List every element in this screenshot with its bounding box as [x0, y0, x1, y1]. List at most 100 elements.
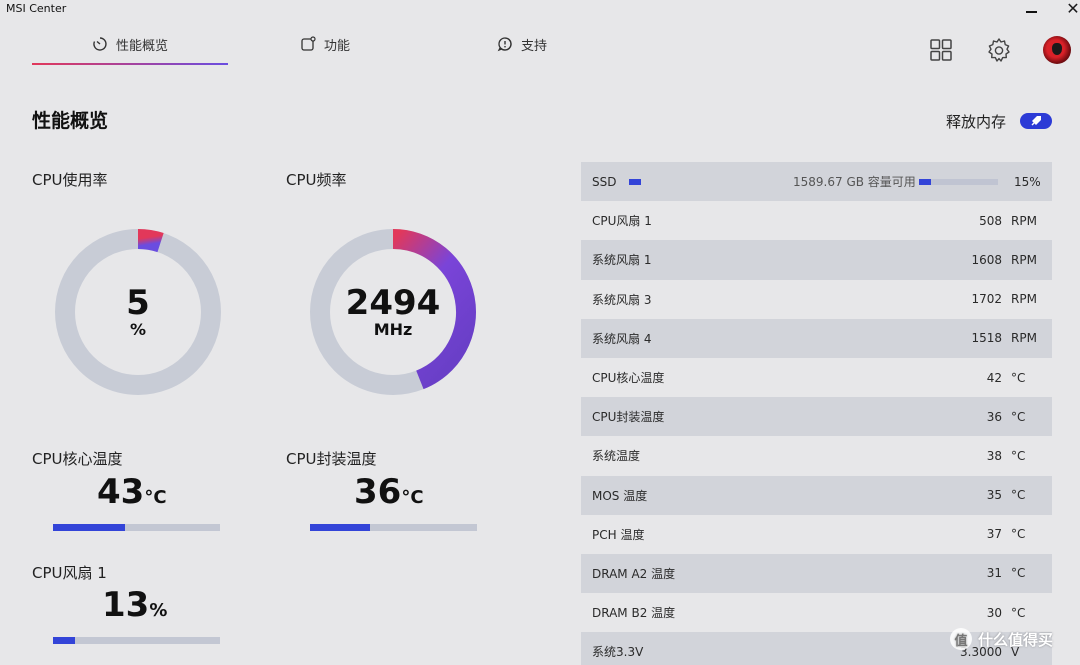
stat-unit: °C	[401, 487, 424, 508]
sensor-row: 系统风扇 1 1608 RPM	[581, 240, 1052, 280]
sensor-row: CPU封装温度 36 °C	[581, 397, 1052, 437]
free-memory-button[interactable]	[1020, 113, 1052, 129]
rocket-icon	[1031, 116, 1041, 126]
cpu-freq-value: 2494	[345, 283, 441, 323]
sensor-name: CPU风扇 1	[592, 214, 652, 229]
stat-number: 13	[102, 585, 150, 625]
sensor-value: 1518	[971, 331, 1002, 346]
sensor-unit: RPM	[1011, 213, 1037, 228]
ssd-capacity: 1589.67 GB 容量可用	[793, 175, 916, 190]
watermark: 值 什么值得买	[950, 628, 1053, 650]
sensor-unit: °C	[1011, 605, 1026, 620]
sensor-row: 系统风扇 3 1702 RPM	[581, 280, 1052, 319]
sensor-unit: RPM	[1011, 252, 1037, 267]
sensor-unit: RPM	[1011, 292, 1037, 307]
bar-fill	[53, 637, 75, 644]
feature-icon	[301, 36, 316, 51]
sensor-name: CPU核心温度	[592, 371, 665, 386]
sensor-value: 38	[986, 448, 1002, 463]
title-bar: MSI Center ✕	[0, 0, 1080, 18]
ssd-label: SSD	[592, 174, 617, 189]
cpu-package-temp-value: 36°C	[354, 474, 424, 516]
sensor-value: 37	[986, 527, 1002, 542]
bar-fill	[53, 524, 125, 531]
stat-unit: °C	[144, 487, 167, 508]
ssd-row: SSD 1589.67 GB 容量可用 15%	[581, 162, 1052, 202]
tab-performance[interactable]: 性能概览	[92, 29, 168, 59]
user-avatar[interactable]	[1043, 36, 1071, 64]
sensor-row: 系统温度 38 °C	[581, 436, 1052, 475]
tab-label: 性能概览	[116, 38, 169, 54]
cpu-usage-title: CPU使用率	[32, 171, 108, 189]
sensor-name: MOS 温度	[592, 488, 648, 503]
sensor-name: DRAM B2 温度	[592, 606, 676, 621]
cpu-package-temp-title: CPU封装温度	[286, 450, 377, 468]
ssd-usage-bar	[919, 179, 998, 185]
sensor-row: DRAM A2 温度 31 °C	[581, 553, 1052, 594]
cpu-core-temp-title: CPU核心温度	[32, 450, 123, 468]
sensor-value: 1608	[971, 252, 1002, 267]
sensor-value: 30	[986, 605, 1002, 620]
grid-icon	[930, 39, 952, 61]
sensor-unit: °C	[1011, 448, 1026, 463]
sensor-value: 1702	[971, 292, 1002, 307]
cpu-fan1-bar	[53, 637, 220, 644]
sensor-name: 系统风扇 4	[592, 331, 652, 346]
sensor-value: 31	[986, 566, 1002, 581]
gauge-icon	[93, 37, 107, 51]
cpu-package-temp-bar	[310, 524, 477, 531]
sensor-row: CPU核心温度 42 °C	[581, 358, 1052, 397]
cpu-usage-value: 5	[126, 283, 150, 323]
cpu-freq-unit: MHz	[373, 320, 413, 339]
sensor-unit: °C	[1011, 527, 1026, 542]
minimize-icon	[1025, 11, 1037, 13]
app-title: MSI Center	[6, 2, 67, 15]
active-tab-indicator	[32, 63, 228, 65]
cpu-fan1-value: 13%	[102, 587, 167, 629]
apps-button[interactable]	[927, 36, 955, 64]
stat-number: 36	[354, 472, 402, 512]
bar-fill	[310, 524, 371, 531]
sensor-row: CPU风扇 1 508 RPM	[581, 201, 1052, 240]
sensor-row: MOS 温度 35 °C	[581, 475, 1052, 515]
close-button[interactable]: ✕	[1058, 0, 1080, 18]
minimize-button[interactable]	[1016, 0, 1046, 18]
sensor-name: 系统风扇 1	[592, 253, 652, 268]
cpu-freq-gauge: 2494 MHz	[308, 227, 478, 397]
sensor-value: 36	[986, 409, 1002, 424]
watermark-logo: 值	[950, 628, 972, 650]
ssd-percent: 15%	[1014, 174, 1041, 189]
tab-features[interactable]: 功能	[300, 29, 350, 59]
sensor-unit: °C	[1011, 566, 1026, 581]
cpu-usage-unit: %	[129, 320, 147, 339]
sensor-table: SSD 1589.67 GB 容量可用 15% CPU风扇 1 508 RPM 系统风…	[581, 162, 1052, 665]
cpu-core-temp-bar	[53, 524, 220, 531]
sensor-value: 508	[979, 213, 1002, 228]
stat-number: 43	[97, 472, 145, 512]
close-icon: ✕	[1066, 0, 1080, 18]
sensor-name: CPU封装温度	[592, 410, 665, 425]
sensor-name: 系统风扇 3	[592, 292, 652, 307]
free-memory-label: 释放内存	[946, 113, 1007, 131]
sensor-unit: °C	[1011, 409, 1026, 424]
ssd-indicator	[629, 179, 641, 185]
stat-unit: %	[149, 600, 168, 621]
sensor-row: 系统风扇 4 1518 RPM	[581, 318, 1052, 358]
tab-label: 功能	[324, 38, 351, 54]
sensor-unit: °C	[1011, 488, 1026, 503]
cpu-usage-gauge: 5 %	[53, 227, 223, 397]
sensor-unit: °C	[1011, 370, 1026, 385]
bar-fill	[919, 179, 931, 185]
watermark-text: 什么值得买	[978, 630, 1054, 649]
settings-button[interactable]	[985, 36, 1013, 64]
cpu-freq-title: CPU频率	[286, 171, 347, 189]
sensor-name: 系统3.3V	[592, 645, 644, 660]
sensor-value: 35	[986, 488, 1002, 503]
sensor-name: PCH 温度	[592, 527, 645, 542]
cpu-core-temp-value: 43°C	[97, 474, 167, 516]
sensor-row: DRAM B2 温度 30 °C	[581, 593, 1052, 632]
sensor-row: PCH 温度 37 °C	[581, 515, 1052, 554]
tab-support[interactable]: 支持	[497, 29, 547, 59]
support-icon	[497, 37, 512, 52]
tab-label: 支持	[521, 38, 548, 54]
